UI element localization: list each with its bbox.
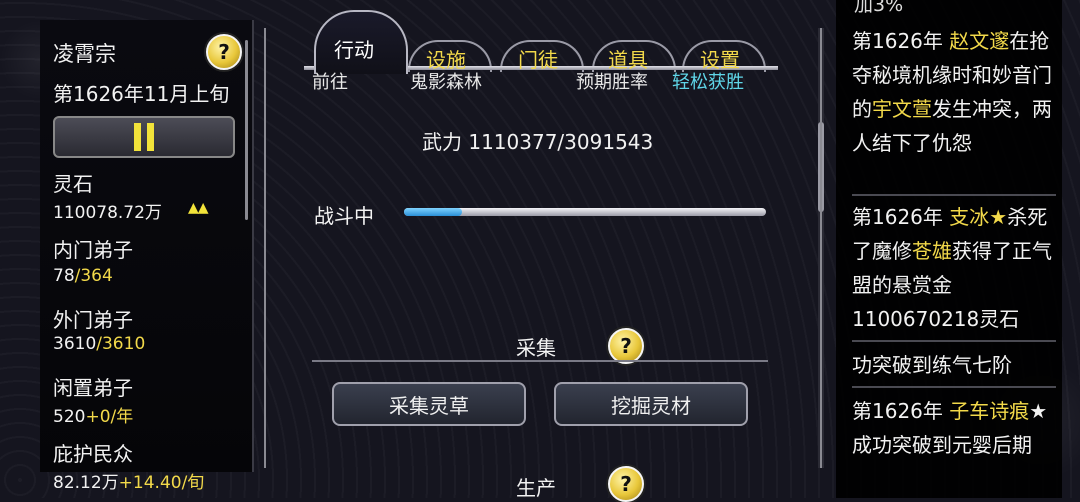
tab-disciples[interactable]: 门徒	[518, 44, 558, 73]
log-entry: 第1626年 支冰★杀死了魔修苍雄获得了正气盟的悬赏金1100670218灵石	[852, 205, 1052, 331]
battle-status-label: 战斗中	[314, 204, 374, 228]
cutoff-location: 鬼影森林	[410, 72, 482, 93]
cutoff-go-label: 前往	[312, 72, 348, 93]
log-cutoff-text: 加3%	[854, 0, 904, 16]
log-separator	[852, 194, 1056, 196]
tab-bar: 行动 设施 门徒 道具 设置	[296, 0, 786, 78]
tab-settings[interactable]: 设置	[700, 44, 740, 73]
trend-up-icon: ▲▲	[188, 200, 209, 216]
idle-disciples-label: 闲置弟子	[53, 376, 133, 400]
gather-section-title: 采集	[516, 336, 556, 360]
left-scrollbar[interactable]	[245, 40, 248, 220]
action-panel: 行动 设施 门徒 道具 设置 前往 鬼影森林 预期胜率 轻松获胜 武力 1110…	[296, 0, 786, 502]
gather-herb-button[interactable]: 采集灵草	[332, 382, 526, 426]
log-separator	[852, 340, 1056, 342]
log-entry: 第1626年 子车诗痕★成功突破到元婴后期	[852, 399, 1048, 457]
help-icon[interactable]: ?	[206, 34, 242, 70]
sect-status-panel: 凌霄宗 ? 第1626年11月上旬 灵石 110078.72万 ▲▲ 内门弟子 …	[40, 20, 254, 493]
dig-material-button[interactable]: 挖掘灵材	[554, 382, 748, 426]
pause-icon-bar-right	[147, 123, 154, 151]
protected-people-value: 82.12万+14.40/旬	[53, 473, 205, 493]
event-log-panel[interactable]: 加3% 第1626年 赵文邃在抢夺秘境机缘时和妙音门的宇文萱发生冲突，两人结下了…	[836, 0, 1062, 498]
pause-button[interactable]	[53, 116, 235, 158]
battle-progress-bar	[404, 208, 766, 216]
inner-disciples-value: 78/364	[53, 266, 113, 286]
gather-help-icon[interactable]: ?	[608, 328, 644, 364]
battle-progress-fill	[404, 208, 462, 216]
tab-facility[interactable]: 设施	[426, 44, 466, 73]
produce-help-icon[interactable]: ?	[608, 466, 644, 502]
log-separator	[852, 386, 1056, 388]
spirit-stone-value: 110078.72万	[53, 203, 162, 223]
spirit-stone-label: 灵石	[53, 172, 93, 196]
outer-disciples-label: 外门弟子	[53, 308, 133, 332]
left-panel-frame	[250, 28, 266, 468]
inner-disciples-label: 内门弟子	[53, 238, 133, 262]
right-panel-frame	[820, 28, 836, 468]
scrolled-row-cutoff: 前往 鬼影森林 预期胜率 轻松获胜	[310, 70, 780, 94]
tab-action-label[interactable]: 行动	[334, 34, 374, 63]
produce-section-title: 生产	[516, 476, 556, 500]
cutoff-winrate-value: 轻松获胜	[672, 72, 744, 93]
protected-people-label: 庇护民众	[53, 442, 133, 466]
tab-items[interactable]: 道具	[608, 44, 648, 73]
sect-name: 凌霄宗	[53, 42, 116, 66]
outer-disciples-value: 3610/3610	[53, 334, 146, 354]
idle-disciples-value: 520+0/年	[53, 407, 134, 427]
log-entry: 功突破到练气七阶	[852, 353, 1012, 377]
power-readout: 武力 1110377/3091543	[422, 130, 654, 154]
gather-divider	[312, 360, 768, 362]
log-entry: 第1626年 赵文邃在抢夺秘境机缘时和妙音门的宇文萱发生冲突，两人结下了仇怨	[852, 29, 1052, 155]
pause-icon-bar-left	[134, 123, 141, 151]
game-date: 第1626年11月上旬	[53, 82, 230, 106]
cutoff-winrate-label: 预期胜率	[576, 72, 648, 93]
